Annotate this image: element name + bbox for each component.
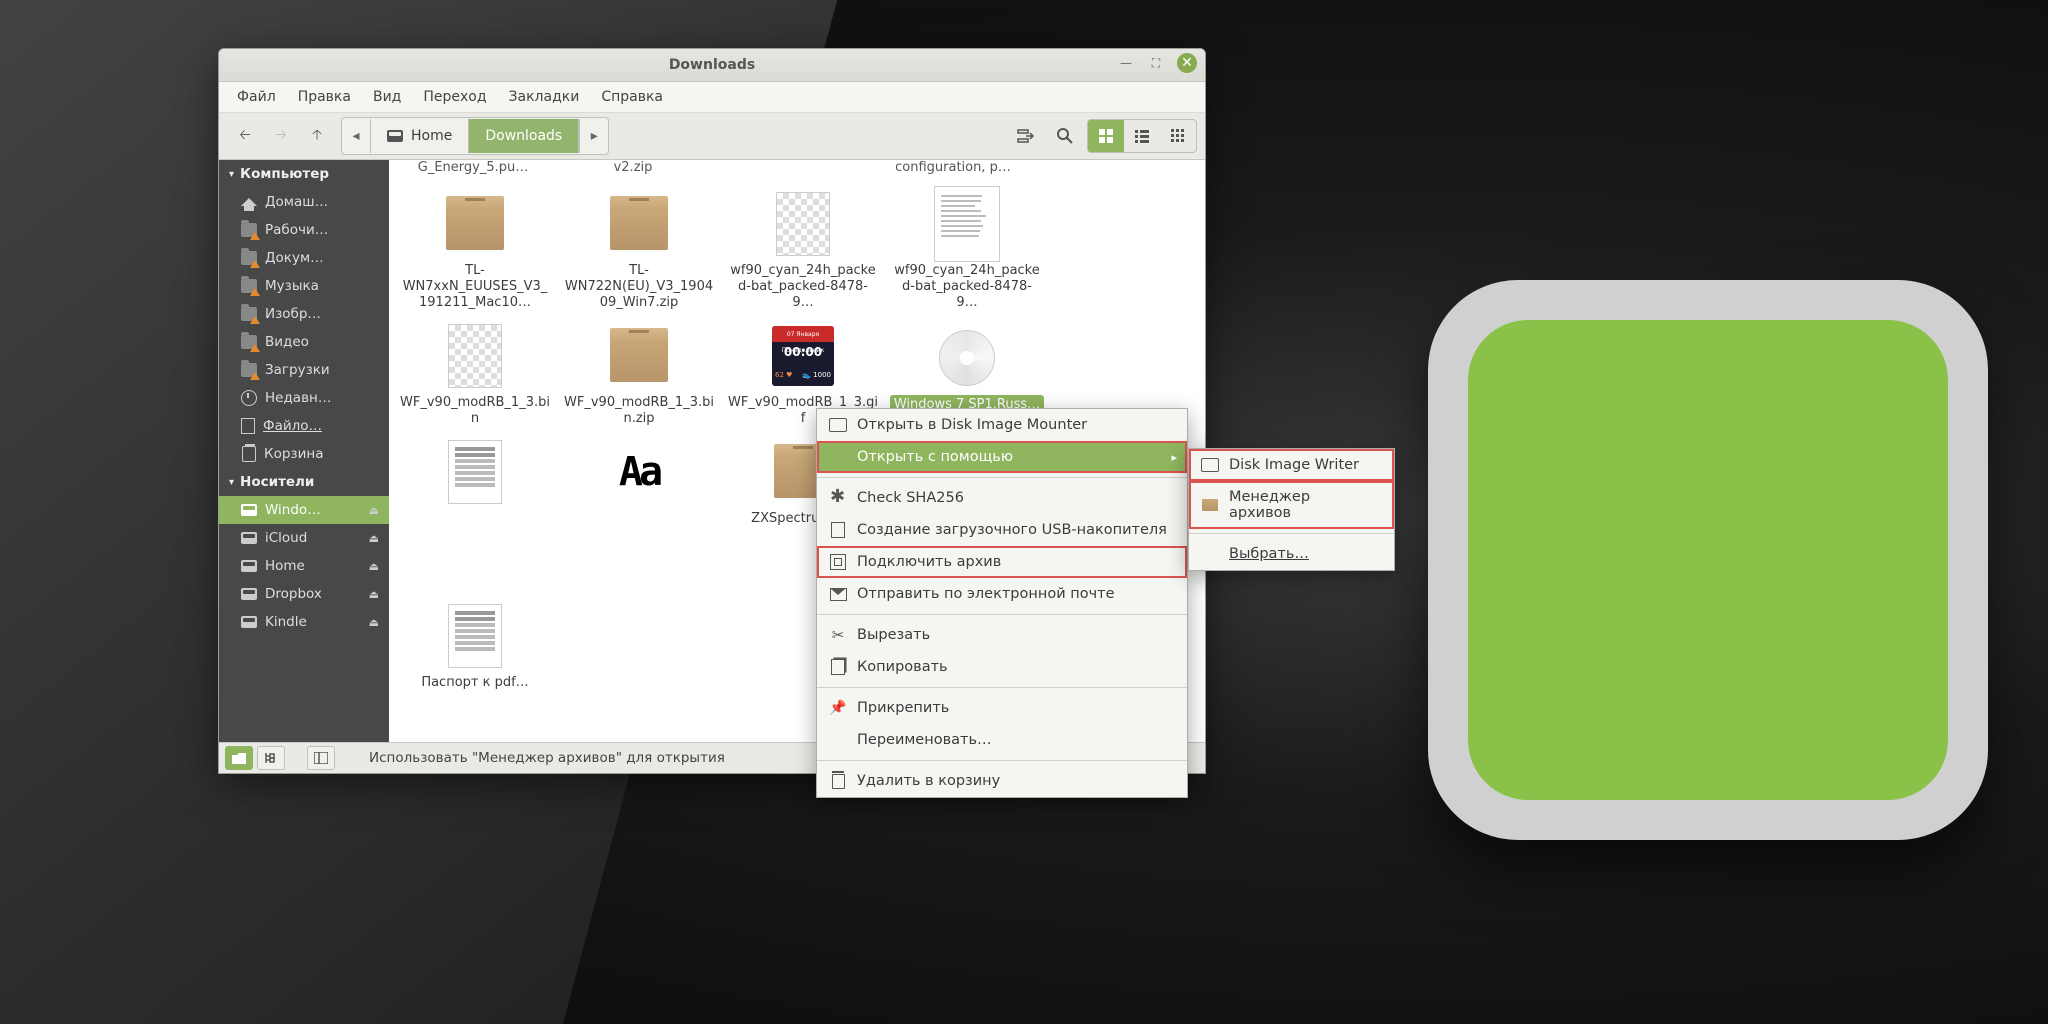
sidebar-section-header[interactable]: ▾Компьютер [219,160,389,188]
window-controls: — ⛶ ✕ [1117,53,1197,73]
up-button[interactable]: 🡡 [301,120,333,152]
context-menu-item[interactable]: 📌Прикрепить [817,692,1187,724]
sidebar-item[interactable]: Докум… [219,244,389,272]
file-item[interactable]: Aa [557,433,721,597]
screen-icon [1201,457,1219,473]
sidebar-item[interactable]: Файло… [219,412,389,440]
context-menu: Открыть в Disk Image MounterОткрыть с по… [816,408,1188,798]
eject-icon[interactable]: ⏏ [369,532,379,545]
file-item[interactable]: Паспорт к pdf… [393,597,557,697]
doc-icon [829,522,847,538]
sidebar-item[interactable]: Домаш… [219,188,389,216]
context-menu-item[interactable]: Выбрать… [1189,538,1394,570]
-icon [829,732,847,748]
sidebar-section-header[interactable]: ▾Носители [219,468,389,496]
mail-icon [829,586,847,602]
mint-logo: lm [1428,280,1988,840]
menu-справка[interactable]: Справка [591,85,673,109]
file-item[interactable]: wf90_cyan_24h_packed-bat_packed-8478-9… [721,185,885,317]
icon-view-button[interactable] [1088,120,1124,152]
path-segment[interactable]: Home [371,119,469,153]
maximize-button[interactable]: ⛶ [1147,54,1165,72]
file-item[interactable]: WF_v90_modRB_1_3.bin [393,317,557,433]
undefined-icon [1201,546,1219,562]
pin-icon: 📌 [829,700,847,716]
file-item[interactable]: TL-WN7xxN_EUUSES_V3_191211_Mac10… [393,185,557,317]
menu-правка[interactable]: Правка [288,85,361,109]
copy-icon [829,659,847,675]
sidebar-item[interactable]: Home⏏ [219,552,389,580]
screen-icon [829,417,847,433]
toggle-path-entry-button[interactable] [1009,120,1041,152]
mount-icon [829,554,847,570]
sidebar-item[interactable]: Загрузки [219,356,389,384]
compact-view-button[interactable] [1160,120,1196,152]
close-button[interactable]: ✕ [1177,53,1197,73]
sidebar: ▾КомпьютерДомаш…Рабочи…Докум…МузыкаИзобр… [219,160,389,742]
-icon [829,449,847,465]
minimize-button[interactable]: — [1117,54,1135,72]
sidebar-item[interactable]: Kindle⏏ [219,608,389,636]
sidebar-item[interactable]: iCloud⏏ [219,524,389,552]
context-menu-item[interactable]: Отправить по электронной почте [817,578,1187,610]
view-toggle [1087,119,1197,153]
forward-button[interactable]: 🡢 [265,120,297,152]
menu-вид[interactable]: Вид [363,85,411,109]
eject-icon[interactable]: ⏏ [369,616,379,629]
titlebar[interactable]: Downloads — ⛶ ✕ [219,49,1205,82]
context-menu-item[interactable]: Копировать [817,651,1187,683]
list-view-button[interactable] [1124,120,1160,152]
context-menu-item[interactable]: ✂Вырезать [817,619,1187,651]
eject-icon[interactable]: ⏏ [369,504,379,517]
gear-icon [829,490,847,506]
open-with-submenu: Disk Image WriterМенеджер архивов Выбрать… [1188,448,1395,571]
sidebar-item[interactable]: Видео [219,328,389,356]
status-text: Использовать "Менеджер архивов" для откр… [369,750,725,766]
pathbar: ◂ HomeDownloads ▸ [341,117,609,155]
toolbar: 🡠 🡢 🡡 ◂ HomeDownloads ▸ [219,113,1205,160]
eject-icon[interactable]: ⏏ [369,560,379,573]
context-menu-item[interactable]: Переименовать… [817,724,1187,756]
file-item[interactable]: TL-WN722N(EU)_V3_190409_Win7.zip [557,185,721,317]
context-menu-item[interactable]: Открыть в Disk Image Mounter [817,409,1187,441]
context-menu-item[interactable]: Создание загрузочного USB-накопителя [817,514,1187,546]
file-item[interactable]: wf90_cyan_24h_packed-bat_packed-8478-9… [885,185,1049,317]
sidebar-item[interactable]: Недавн… [219,384,389,412]
sidebar-item[interactable]: Dropbox⏏ [219,580,389,608]
sidebar-item[interactable]: Изобр… [219,300,389,328]
file-item[interactable]: WF_v90_modRB_1_3.bin.zip [557,317,721,433]
archive-icon [1201,497,1219,513]
search-button[interactable] [1049,120,1081,152]
path-back-button[interactable]: ◂ [342,119,371,153]
sidebar-item[interactable]: Рабочи… [219,216,389,244]
context-menu-item[interactable]: Disk Image Writer [1189,449,1394,481]
trash-icon [829,773,847,789]
context-menu-item[interactable]: Менеджер архивов [1189,481,1394,529]
path-segment[interactable]: Downloads [469,119,579,153]
context-menu-item[interactable]: Удалить в корзину [817,765,1187,797]
menu-переход[interactable]: Переход [413,85,496,109]
menu-закладки[interactable]: Закладки [499,85,590,109]
eject-icon[interactable]: ⏏ [369,588,379,601]
sidebar-item[interactable]: Музыка [219,272,389,300]
context-menu-item[interactable]: Check SHA256 [817,482,1187,514]
tree-sidebar-button[interactable] [257,746,285,770]
file-item[interactable] [393,433,557,597]
path-forward-button[interactable]: ▸ [579,119,608,153]
show-hide-sidebar-button[interactable] [307,746,335,770]
context-menu-item[interactable]: Подключить архив [817,546,1187,578]
context-menu-item[interactable]: Открыть с помощью▸ [817,441,1187,473]
window-title: Downloads [669,57,755,73]
sidebar-item[interactable]: Windo…⏏ [219,496,389,524]
back-button[interactable]: 🡠 [229,120,261,152]
places-sidebar-button[interactable] [225,746,253,770]
menubar: ФайлПравкаВидПереходЗакладкиСправка [219,82,1205,113]
menu-файл[interactable]: Файл [227,85,286,109]
cut-icon: ✂ [829,627,847,643]
sidebar-item[interactable]: Корзина [219,440,389,468]
